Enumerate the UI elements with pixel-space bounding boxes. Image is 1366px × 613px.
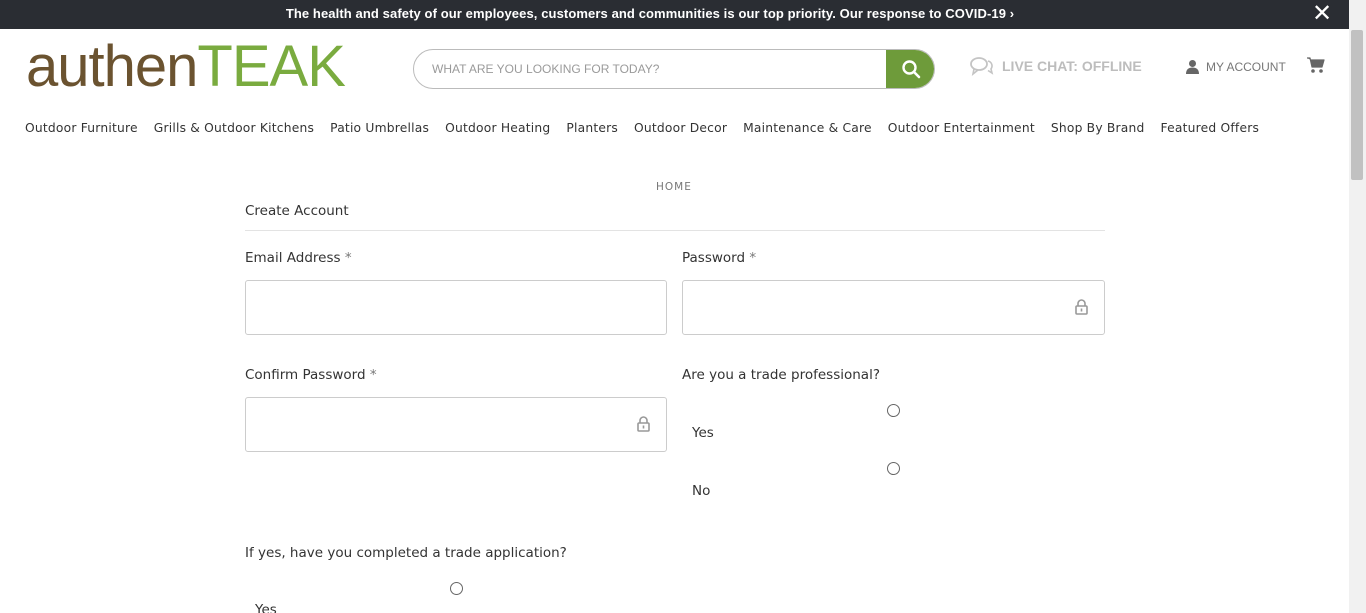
email-label: Email Address * (245, 250, 352, 266)
confirm-password-label: Confirm Password * (245, 367, 377, 383)
my-account-link[interactable]: MY ACCOUNT (1185, 59, 1286, 74)
search-button[interactable] (886, 50, 934, 88)
covid-banner-text[interactable]: The health and safety of our employees, … (0, 6, 1300, 21)
covid-banner[interactable]: The health and safety of our employees, … (0, 0, 1349, 29)
nav-item-planters[interactable]: Planters (566, 121, 618, 135)
live-chat-label: LIVE CHAT: OFFLINE (1002, 58, 1142, 74)
cart-icon (1307, 57, 1325, 73)
password-label: Password * (682, 250, 756, 266)
confirm-password-label-text: Confirm Password (245, 367, 366, 383)
live-chat-link[interactable]: LIVE CHAT: OFFLINE (970, 56, 1142, 76)
nav-item-outdoor-furniture[interactable]: Outdoor Furniture (25, 121, 138, 135)
required-mark: * (344, 250, 352, 266)
trade-no-label[interactable]: No (692, 483, 710, 499)
email-label-text: Email Address (245, 250, 341, 266)
password-label-text: Password (682, 250, 746, 266)
logo-part-teak: TEAK (197, 34, 345, 99)
nav-item-patio-umbrellas[interactable]: Patio Umbrellas (330, 121, 429, 135)
application-yes-label[interactable]: Yes (255, 602, 277, 613)
lock-icon (1075, 299, 1088, 315)
nav-item-featured-offers[interactable]: Featured Offers (1161, 121, 1260, 135)
page-title: Create Account (245, 203, 349, 219)
trade-application-question: If yes, have you completed a trade appli… (245, 545, 567, 561)
scrollbar-thumb[interactable] (1351, 30, 1363, 180)
trade-professional-question: Are you a trade professional? (682, 367, 880, 383)
site-logo[interactable]: authenTEAK (26, 34, 346, 100)
my-account-label: MY ACCOUNT (1206, 59, 1286, 74)
lock-icon (637, 416, 650, 432)
search-input[interactable] (414, 50, 886, 88)
required-mark: * (369, 367, 377, 383)
nav-item-shop-by-brand[interactable]: Shop By Brand (1051, 121, 1145, 135)
close-icon[interactable]: ✕ (1312, 0, 1332, 27)
nav-item-outdoor-decor[interactable]: Outdoor Decor (634, 121, 727, 135)
nav-item-maintenance[interactable]: Maintenance & Care (743, 121, 872, 135)
main-nav: Outdoor Furniture Grills & Outdoor Kitch… (25, 121, 1259, 135)
chat-bubbles-icon (970, 57, 994, 76)
trade-yes-radio[interactable] (887, 404, 900, 417)
logo-part-authen: authen (26, 34, 198, 99)
application-yes-radio[interactable] (450, 582, 463, 595)
trade-no-radio[interactable] (887, 462, 900, 475)
breadcrumb-home[interactable]: HOME (656, 181, 692, 193)
title-divider (245, 230, 1105, 231)
search-bar (413, 49, 935, 89)
email-field[interactable] (245, 280, 667, 335)
trade-yes-label[interactable]: Yes (692, 425, 714, 441)
cart-button[interactable] (1306, 56, 1326, 78)
search-icon (902, 60, 921, 79)
nav-item-outdoor-heating[interactable]: Outdoor Heating (445, 121, 550, 135)
confirm-password-field[interactable] (245, 397, 667, 452)
nav-item-outdoor-entertainment[interactable]: Outdoor Entertainment (888, 121, 1035, 135)
nav-item-grills[interactable]: Grills & Outdoor Kitchens (154, 121, 314, 135)
required-mark: * (749, 250, 757, 266)
user-icon (1186, 60, 1199, 74)
password-field[interactable] (682, 280, 1105, 335)
